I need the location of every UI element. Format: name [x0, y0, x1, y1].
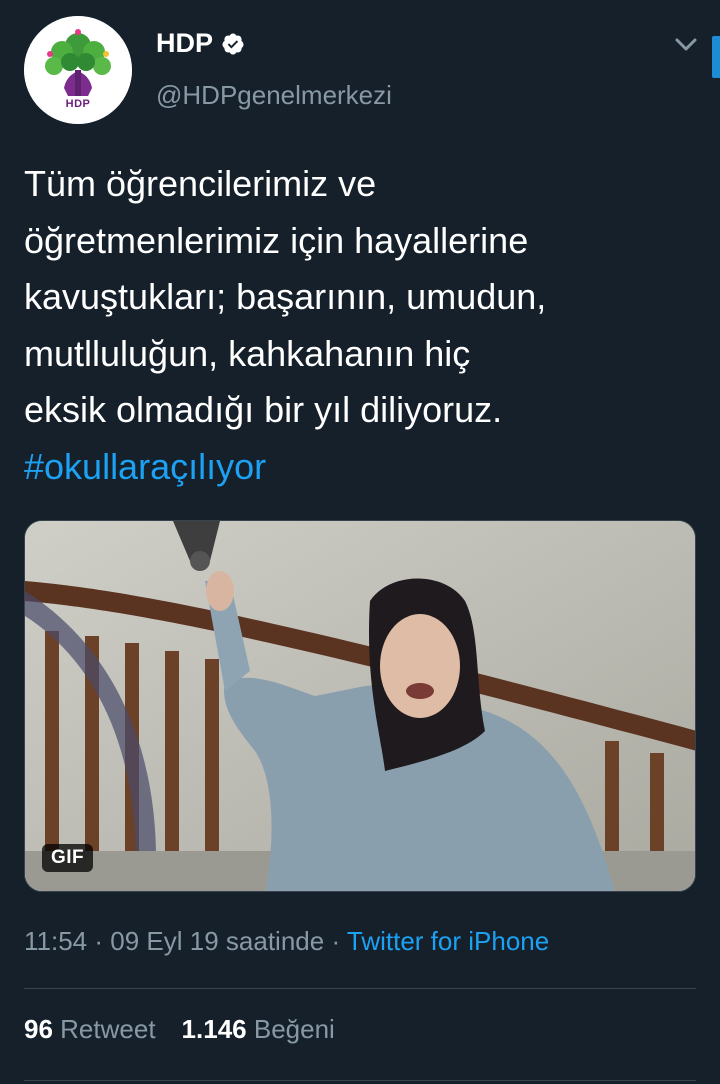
tweet-body: Tüm öğrencilerimiz ve öğretmenlerimiz iç… — [24, 163, 547, 430]
tweet-date: 09 Eyl 19 saatinde — [110, 926, 325, 956]
gif-media[interactable] — [24, 520, 696, 892]
hashtag-link[interactable]: #okullaraçılıyor — [24, 446, 266, 487]
scroll-edge-indicator — [712, 36, 720, 78]
gif-badge: GIF — [42, 844, 94, 872]
retweets-label: Retweet — [60, 1014, 156, 1044]
display-name[interactable]: HDP — [156, 28, 245, 59]
tweet-metadata: 11:54 · 09 Eyl 19 saatinde · Twitter for… — [24, 926, 549, 957]
meta-separator: · — [94, 926, 104, 956]
gif-frame-image — [25, 521, 695, 891]
tweet-time: 11:54 — [24, 926, 88, 956]
account-handle[interactable]: @HDPgenelmerkezi — [156, 80, 392, 111]
verified-badge-icon — [222, 33, 244, 54]
divider — [24, 1080, 696, 1081]
likes-stat[interactable]: 1.146 Beğeni — [182, 1014, 335, 1044]
chevron-down-icon[interactable] — [668, 30, 704, 60]
retweets-count: 96 — [24, 1014, 53, 1044]
likes-label: Beğeni — [253, 1014, 335, 1044]
likes-count: 1.146 — [181, 1014, 247, 1044]
source-link[interactable]: Twitter for iPhone — [347, 926, 549, 956]
avatar-label: HDP — [65, 98, 91, 110]
divider — [24, 988, 696, 989]
meta-separator: · — [331, 926, 341, 956]
display-name-text: HDP — [156, 28, 214, 58]
retweets-stat[interactable]: 96 Retweet — [24, 1014, 156, 1044]
tweet-detail: HDP HDP @HDPgenelmerkezi Tüm öğrencileri… — [0, 0, 720, 1084]
tweet-text: Tüm öğrencilerimiz ve öğretmenlerimiz iç… — [24, 156, 704, 495]
avatar[interactable]: HDP — [24, 16, 132, 124]
tweet-stats: 96 Retweet 1.146 Beğeni — [24, 1014, 335, 1045]
